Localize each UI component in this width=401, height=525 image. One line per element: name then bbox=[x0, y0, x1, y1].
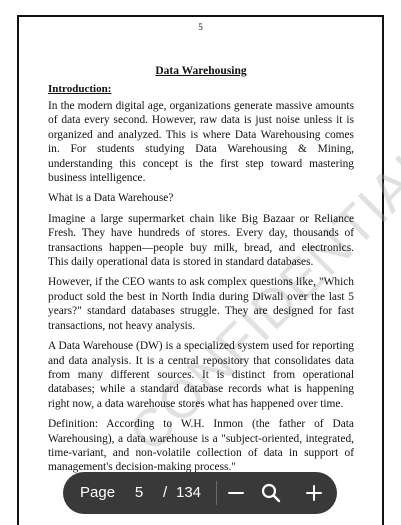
search-button[interactable] bbox=[259, 481, 283, 505]
page-separator: / bbox=[163, 484, 168, 501]
page-number: 5 bbox=[198, 22, 203, 32]
paragraph: Imagine a large supermarket chain like B… bbox=[48, 212, 354, 269]
page-content: Data Warehousing Introduction: In the mo… bbox=[48, 65, 354, 481]
paragraph: However, if the CEO wants to ask complex… bbox=[48, 276, 354, 332]
subheading: What is a Data Warehouse? bbox=[48, 192, 174, 205]
document-page: 5 CONFIDENTIAL Data Warehousing Introduc… bbox=[17, 15, 401, 525]
plus-icon bbox=[306, 485, 322, 501]
zoom-in-button[interactable] bbox=[302, 481, 326, 505]
document-title: Data Warehousing bbox=[155, 65, 247, 77]
toolbar-divider bbox=[216, 481, 217, 505]
total-pages: 134 bbox=[176, 484, 202, 501]
minus-icon bbox=[228, 492, 244, 494]
current-page-input[interactable]: 5 bbox=[130, 484, 148, 501]
page-navigation-toolbar: Page 5 / 134 bbox=[63, 472, 337, 514]
section-heading: Introduction: bbox=[48, 83, 112, 95]
paragraph: A Data Warehouse (DW) is a specialized s… bbox=[48, 340, 354, 410]
magnifier-icon bbox=[261, 483, 281, 503]
page-label: Page bbox=[80, 484, 116, 501]
paragraph: Definition: According to W.H. Inmon (the… bbox=[48, 418, 354, 474]
paragraph: In the modern digital age, organizations… bbox=[48, 100, 354, 185]
zoom-out-button[interactable] bbox=[224, 481, 248, 505]
pdf-viewer: 5 CONFIDENTIAL Data Warehousing Introduc… bbox=[0, 0, 401, 525]
